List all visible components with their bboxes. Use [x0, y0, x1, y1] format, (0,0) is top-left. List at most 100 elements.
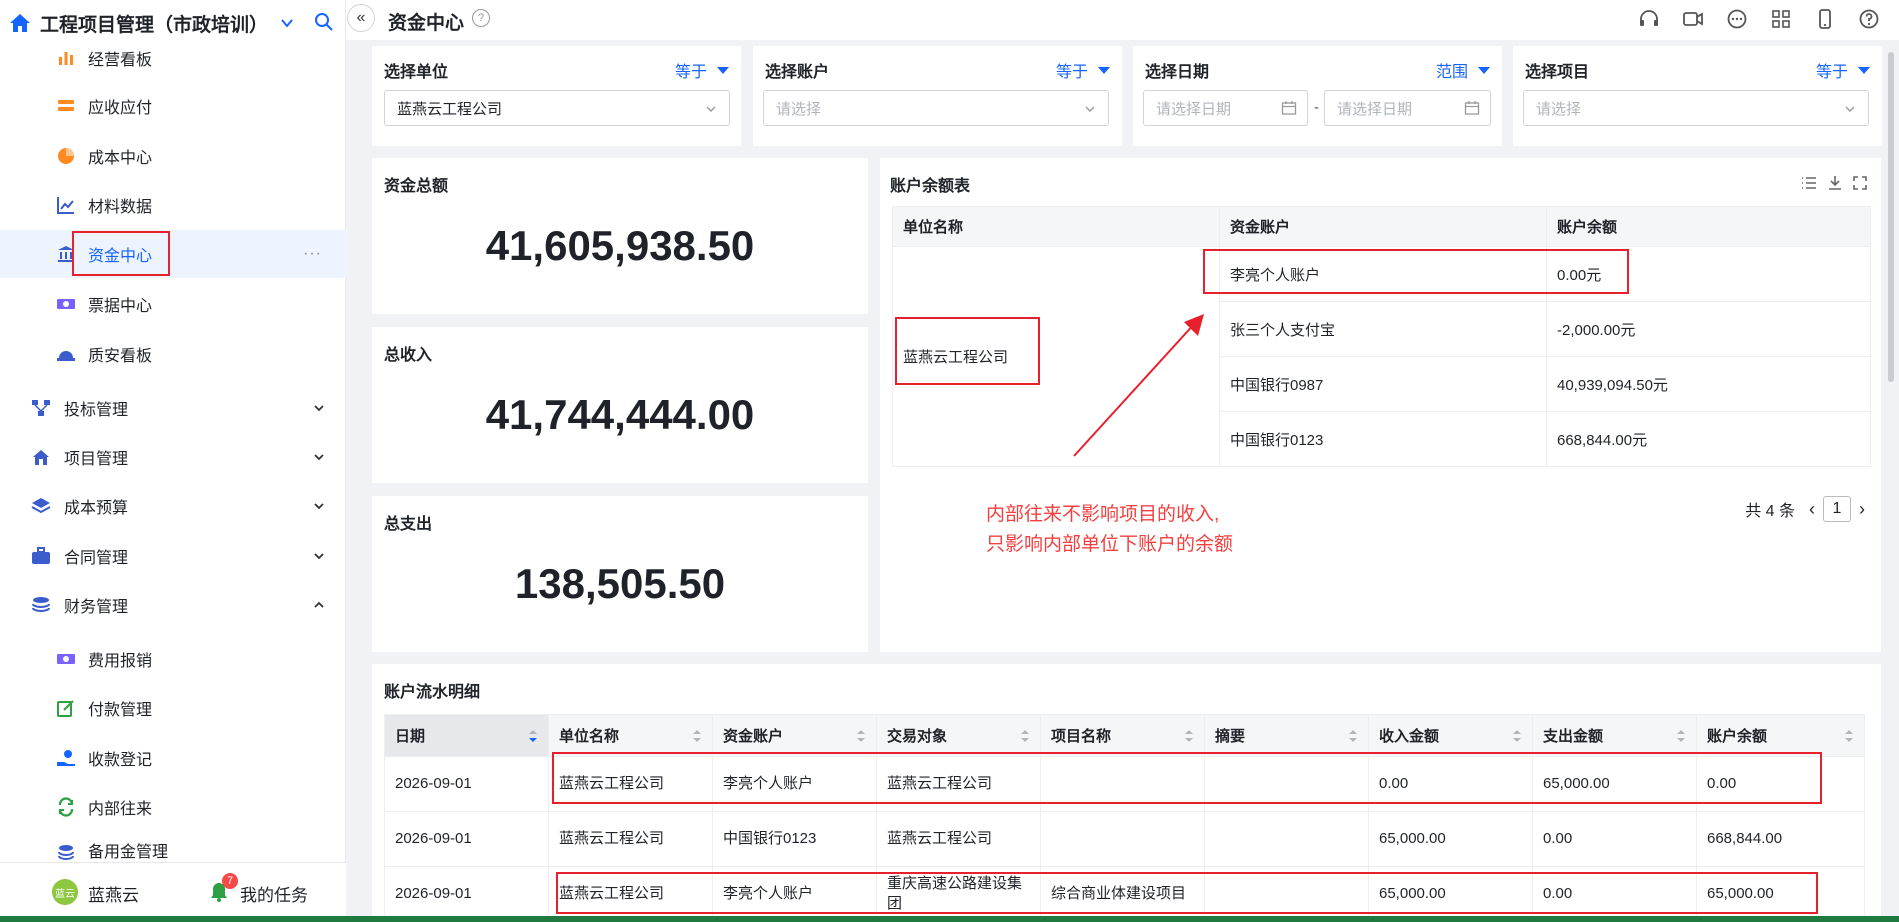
cell-unit: 蓝燕云工程公司 [548, 756, 713, 812]
apps-grid-icon[interactable] [1770, 8, 1792, 30]
column-label: 摘要 [1215, 728, 1246, 745]
mobile-icon[interactable] [1814, 8, 1836, 30]
sidebar-item-label: 收款登记 [88, 752, 153, 769]
page-number[interactable]: 1 [1823, 496, 1851, 522]
account-select[interactable]: 请选择 [763, 90, 1109, 126]
calendar-icon [1281, 101, 1297, 115]
column-header-unit[interactable]: 单位名称 [548, 714, 713, 757]
avatar[interactable]: 蓝云 [52, 879, 78, 905]
column-header-balance[interactable]: 账户余额 [1696, 714, 1865, 757]
column-header[interactable]: 资金账户 [1219, 206, 1547, 247]
sidebar-item-fund-center[interactable]: 资金中心 ··· [0, 230, 346, 278]
chevron-down-icon [1085, 106, 1095, 112]
sidebar-item-bill-center[interactable]: 票据中心 [0, 280, 346, 328]
home-icon[interactable] [8, 11, 32, 35]
prev-page-icon[interactable]: ‹ [1809, 499, 1815, 520]
next-page-icon[interactable]: › [1859, 499, 1865, 520]
my-tasks-link[interactable]: 我的任务 [240, 881, 308, 906]
filter-project: 选择项目 等于 请选择 [1513, 46, 1882, 146]
download-icon[interactable] [1826, 174, 1844, 192]
sidebar-item-receivables[interactable]: 应收应付 [0, 82, 346, 130]
start-date-input[interactable]: 请选择日期 [1143, 90, 1308, 126]
page-title: 资金中心 [388, 13, 465, 34]
sidebar-group-finance[interactable]: 财务管理 [0, 581, 346, 629]
cell-summary [1204, 866, 1369, 922]
sidebar-item-payments[interactable]: 付款管理 [0, 684, 346, 732]
project-select[interactable]: 请选择 [1523, 90, 1869, 126]
column-header-account[interactable]: 资金账户 [712, 714, 877, 757]
column-header-income[interactable]: 收入金额 [1368, 714, 1533, 757]
table-row[interactable]: 2026-09-01 蓝燕云工程公司 李亮个人账户 重庆高速公路建设集团 综合商… [384, 866, 1865, 922]
sidebar-group-project[interactable]: 项目管理 [0, 433, 346, 481]
column-header-date[interactable]: 日期 [384, 714, 549, 757]
collapse-sidebar-button[interactable]: « [347, 4, 375, 32]
sidebar-item-receipts[interactable]: 收款登记 [0, 734, 346, 782]
chevron-down-icon[interactable] [280, 16, 294, 30]
sort-icon [1513, 730, 1521, 742]
operator-label: 等于 [674, 64, 707, 81]
calendar-icon [1464, 101, 1480, 115]
unit-select[interactable]: 蓝燕云工程公司 [384, 90, 730, 126]
video-icon[interactable] [1682, 8, 1704, 30]
filter-date: 选择日期 范围 请选择日期 - 请选择日期 [1133, 46, 1502, 146]
sidebar-item-label: 成本中心 [88, 150, 153, 167]
column-label: 单位名称 [559, 728, 620, 745]
column-header-expense[interactable]: 支出金额 [1532, 714, 1697, 757]
sidebar-item-operations-board[interactable]: 经营看板 [0, 34, 346, 82]
pagination: 共 4 条 ‹ 1 › [1745, 496, 1865, 522]
chat-icon[interactable] [1726, 8, 1748, 30]
table-header-row: 日期 单位名称 资金账户 交易对象 项目名称 摘要 收入金额 支出金额 账户余额 [384, 714, 1865, 757]
search-icon[interactable] [314, 12, 334, 32]
filter-operator[interactable]: 等于 [1816, 58, 1870, 82]
filter-label: 选择日期 [1145, 64, 1210, 81]
sidebar-group-contract[interactable]: 合同管理 [0, 532, 346, 580]
stack-icon [58, 100, 74, 111]
table-row[interactable]: 2026-09-01 蓝燕云工程公司 中国银行0123 蓝燕云工程公司 65,0… [384, 811, 1865, 867]
kpi-total-income: 总收入 41,744,444.00 [372, 327, 868, 483]
column-header[interactable]: 账户余额 [1546, 206, 1871, 247]
filter-label: 选择项目 [1525, 64, 1590, 81]
headset-icon[interactable] [1638, 8, 1660, 30]
filter-operator[interactable]: 等于 [675, 58, 729, 82]
briefcase-icon [32, 547, 50, 564]
account-cell: 李亮个人账户 [1219, 246, 1547, 302]
chevron-down-icon [314, 454, 324, 461]
card-title: 账户流水明细 [384, 684, 481, 701]
sidebar-item-label: 付款管理 [88, 702, 153, 719]
sidebar-item-internal-transactions[interactable]: 内部往来 [0, 783, 346, 831]
cell-income: 0.00 [1368, 756, 1533, 812]
kpi-label: 总收入 [384, 347, 433, 364]
table-row[interactable]: 蓝燕云工程公司 李亮个人账户 0.00元 [892, 246, 1871, 467]
list-settings-icon[interactable] [1800, 174, 1818, 192]
filter-operator[interactable]: 范围 [1436, 58, 1490, 82]
chevron-down-icon [706, 106, 716, 112]
fullscreen-icon[interactable] [1851, 174, 1869, 192]
question-icon[interactable] [1858, 8, 1880, 30]
table-header-row: 单位名称 资金账户 账户余额 [892, 206, 1871, 247]
coins-icon [58, 845, 74, 860]
sidebar-item-petty-cash[interactable]: 备用金管理 [0, 832, 346, 862]
table-row[interactable]: 2026-09-01 蓝燕云工程公司 李亮个人账户 蓝燕云工程公司 0.00 6… [384, 756, 1865, 812]
sort-icon [857, 730, 865, 742]
column-header[interactable]: 单位名称 [892, 206, 1220, 247]
sidebar-group-bidding[interactable]: 投标管理 [0, 384, 346, 432]
edit-icon [57, 700, 74, 717]
filter-operator[interactable]: 等于 [1056, 58, 1110, 82]
scrollbar-thumb[interactable] [1888, 52, 1894, 382]
help-icon[interactable]: ? [472, 9, 490, 27]
total-count: 共 4 条 [1745, 503, 1795, 520]
column-header-summary[interactable]: 摘要 [1204, 714, 1369, 757]
sidebar-item-material-data[interactable]: 材料数据 [0, 181, 346, 229]
sidebar-item-expense-claims[interactable]: 费用报销 [0, 635, 346, 683]
user-name[interactable]: 蓝燕云 [88, 881, 139, 906]
sidebar: 工程项目管理（市政培训） 经营看板 应收应付 成本中心 材料数据 资金中心 ··… [0, 0, 346, 922]
sidebar-item-cost-center[interactable]: 成本中心 [0, 132, 346, 180]
column-header-counterparty[interactable]: 交易对象 [876, 714, 1041, 757]
sidebar-group-cost-budget[interactable]: 成本预算 [0, 482, 346, 530]
end-date-input[interactable]: 请选择日期 [1324, 90, 1491, 126]
chevron-down-icon [314, 405, 324, 412]
more-icon[interactable]: ··· [303, 245, 322, 263]
column-header-project[interactable]: 项目名称 [1040, 714, 1205, 757]
kpi-value: 138,505.50 [514, 560, 726, 607]
sidebar-item-quality-board[interactable]: 质安看板 [0, 330, 346, 378]
